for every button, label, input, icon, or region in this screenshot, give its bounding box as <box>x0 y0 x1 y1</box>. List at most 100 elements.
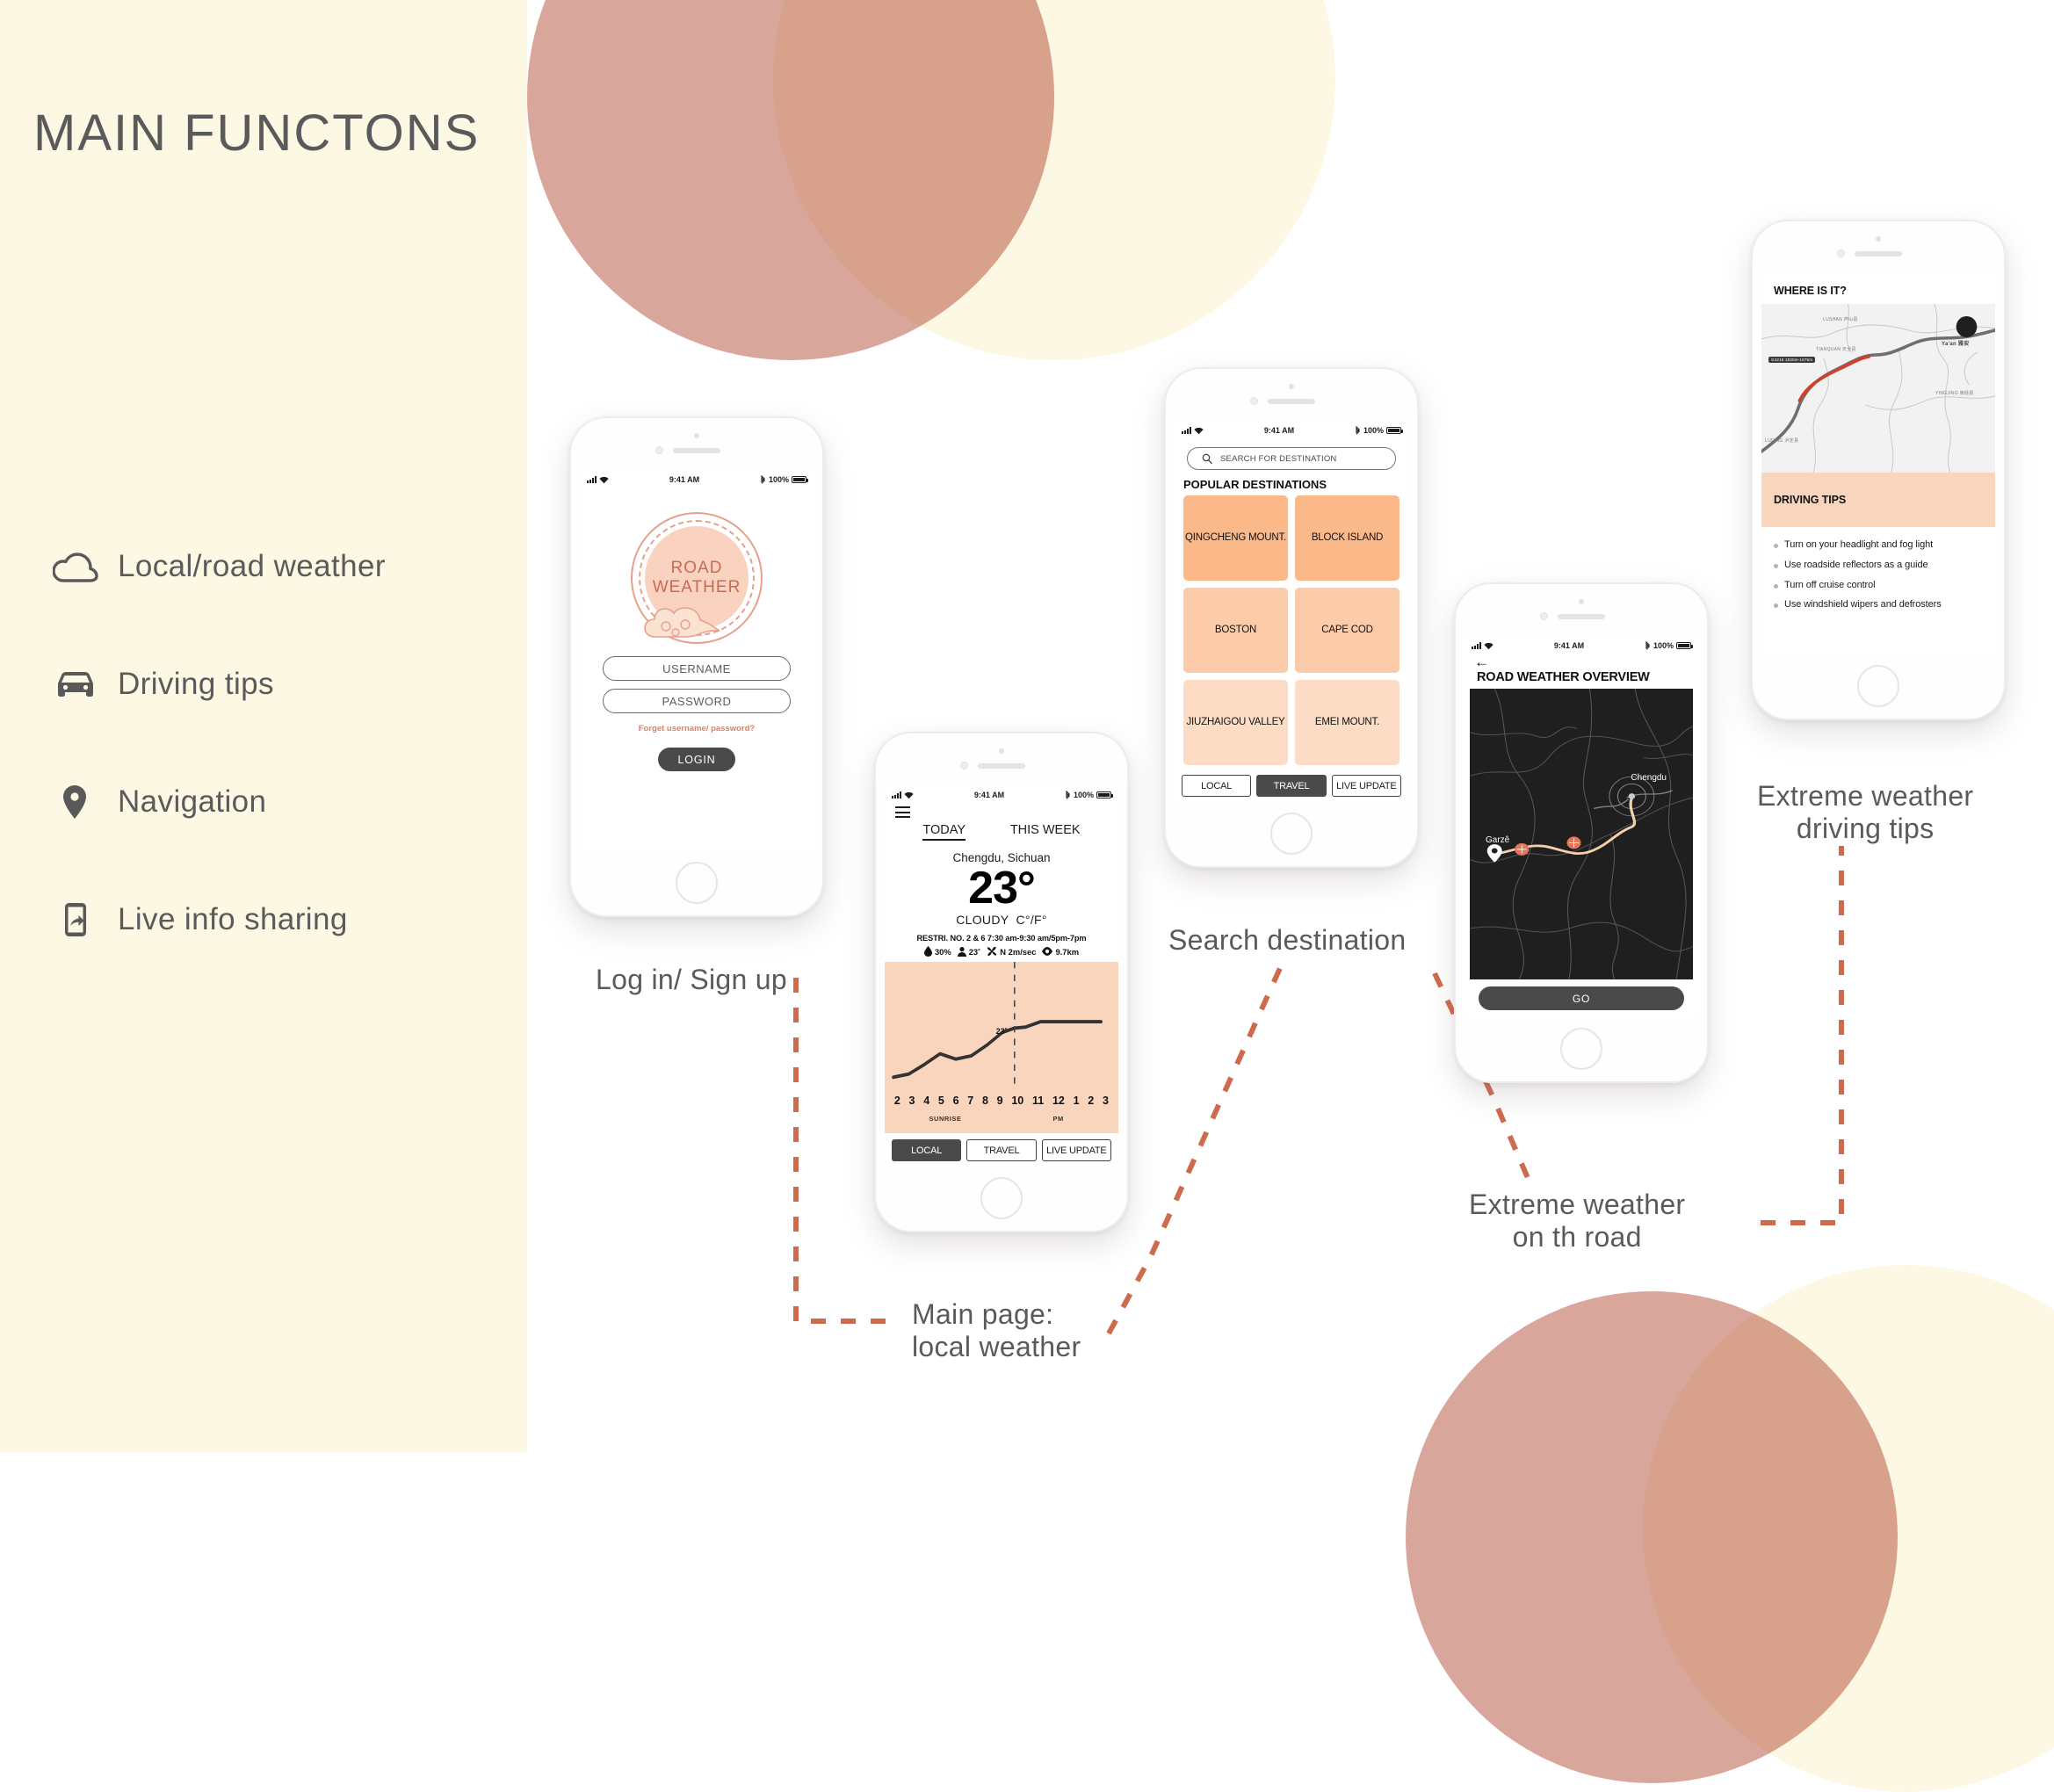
username-input[interactable]: USERNAME <box>603 656 791 681</box>
sidebar-item-local-road-weather[interactable]: Local/road weather <box>53 508 510 625</box>
home-button[interactable] <box>1857 665 1899 707</box>
car-icon <box>53 668 118 700</box>
sidebar-item-live-info-sharing[interactable]: Live info sharing <box>53 861 510 979</box>
password-input[interactable]: PASSWORD <box>603 689 791 713</box>
bluetooth-icon <box>1645 641 1650 650</box>
status-time: 9:41 AM <box>669 475 700 484</box>
sidebar-item-navigation[interactable]: Navigation <box>53 743 510 861</box>
tip-text: Turn off cruise control <box>1784 579 1876 590</box>
battery-percent: 100% <box>768 475 789 484</box>
chart-current-label: 23˚ <box>995 1027 1008 1037</box>
segment-local[interactable]: LOCAL <box>1182 775 1252 797</box>
phone-search-destination: 9:41 AM 100% SEARCH FOR DESTINATION POPU… <box>1164 367 1419 868</box>
camera-dot-icon <box>999 748 1004 754</box>
back-arrow-icon[interactable]: ← <box>1465 652 1698 669</box>
weather-segment-bar: LOCAL TRAVEL LIVE UPDATE <box>885 1133 1118 1167</box>
hourly-temperature-chart: 23˚ 2 3 4 5 6 7 8 9 10 11 12 1 2 3 SUNRISE PM <box>885 962 1118 1133</box>
where-is-it-title: WHERE IS IT? <box>1774 285 1847 297</box>
status-right: 100% <box>760 475 808 484</box>
caption-line-1: Main page: <box>912 1298 1054 1330</box>
metric-visibility: 9.7km <box>1042 947 1079 957</box>
wifi-icon <box>599 476 609 483</box>
segment-live-update[interactable]: LIVE UPDATE <box>1331 775 1401 797</box>
hamburger-menu-icon[interactable] <box>885 801 1118 821</box>
chart-hour-tick: 3 <box>1102 1095 1109 1107</box>
chart-hour-axis: 2 3 4 5 6 7 8 9 10 11 12 1 2 3 <box>885 1095 1118 1107</box>
tip-list-item: Use windshield wipers and defrosters <box>1774 599 1983 611</box>
destination-tile[interactable]: EMEI MOUNT. <box>1295 680 1399 765</box>
destination-tile[interactable]: CAPE COD <box>1295 588 1399 673</box>
username-placeholder: USERNAME <box>662 661 731 676</box>
phone-frame: 9:41 AM 100% ROAD WEATHER USERNAME PASSW… <box>569 416 824 917</box>
map-place-label: TIANQUAN 天全县 <box>1816 347 1856 352</box>
home-button[interactable] <box>1560 1028 1602 1070</box>
share-phone-icon <box>53 901 118 938</box>
unit-toggle[interactable]: C°/F° <box>1016 913 1047 927</box>
map-screen: 9:41 AM 100% ← ROAD WEATHER OVERVIEW Che… <box>1465 637 1698 1018</box>
status-time: 9:41 AM <box>973 791 1005 799</box>
destination-tile[interactable]: BOSTON <box>1183 588 1288 673</box>
app-logo: ROAD WEATHER <box>631 512 763 644</box>
battery-icon <box>792 476 808 483</box>
battery-percent: 100% <box>1073 791 1094 799</box>
destination-tile[interactable]: BLOCK ISLAND <box>1295 495 1399 581</box>
eye-icon <box>1042 947 1053 957</box>
bluetooth-icon <box>761 475 765 484</box>
sidebar-item-driving-tips[interactable]: Driving tips <box>53 625 510 743</box>
password-placeholder: PASSWORD <box>662 694 732 708</box>
home-button[interactable] <box>980 1177 1023 1219</box>
destination-tile[interactable]: QINGCHENG MOUNT. <box>1183 495 1288 581</box>
chart-hour-tick: 5 <box>937 1095 944 1107</box>
tab-today[interactable]: TODAY <box>922 823 966 841</box>
chart-hour-tick: 2 <box>1088 1095 1095 1107</box>
sidebar-item-label: Live info sharing <box>118 902 348 936</box>
battery-percent: 100% <box>1653 641 1674 650</box>
segment-live-update[interactable]: LIVE UPDATE <box>1041 1139 1111 1161</box>
segment-travel[interactable]: TRAVEL <box>1256 775 1327 797</box>
map-canvas[interactable]: Chengdu Garzê <box>1470 689 1693 979</box>
camera-dot-icon <box>1579 599 1584 604</box>
bullet-icon <box>1774 583 1778 589</box>
sidebar-item-label: Navigation <box>118 784 267 819</box>
cloud-icon <box>53 551 118 582</box>
status-bar: 9:41 AM 100% <box>885 786 1118 801</box>
status-right: 100% <box>1645 641 1693 650</box>
condition-label: CLOUDY <box>956 913 1009 928</box>
destination-tile[interactable]: JIUZHAIGOU VALLEY <box>1183 680 1288 765</box>
go-button[interactable]: GO <box>1479 986 1684 1010</box>
earpiece-icon <box>673 448 720 453</box>
droplet-icon <box>923 946 932 957</box>
caption-main-page: Main page: local weather <box>912 1298 1081 1364</box>
chart-hour-tick: 4 <box>923 1095 930 1107</box>
temperature-value: 23° <box>968 862 1036 914</box>
status-bar: 9:41 AM 100% <box>580 471 814 486</box>
phone-frame: 9:41 AM 100% TODAY THIS WEEK Chengdu, Si… <box>874 732 1129 1232</box>
chart-hour-tick: 3 <box>908 1095 915 1107</box>
bluetooth-icon <box>1356 426 1360 435</box>
caption-line-1: Extreme weather <box>1757 780 1974 812</box>
login-button[interactable]: LOGIN <box>658 748 735 771</box>
chart-hour-tick: 7 <box>967 1095 974 1107</box>
earpiece-icon <box>978 763 1025 769</box>
signal-icon <box>587 476 597 483</box>
search-input[interactable]: SEARCH FOR DESTINATION <box>1187 447 1396 470</box>
map-origin-pin <box>1486 844 1502 863</box>
forgot-credentials-link[interactable]: Forget username/ password? <box>580 724 814 733</box>
segment-local[interactable]: LOCAL <box>892 1139 962 1161</box>
home-button[interactable] <box>1270 813 1313 855</box>
map-svg <box>1470 689 1693 979</box>
map-place-label: LUDING 泸定县 <box>1765 438 1799 444</box>
map-roads <box>1470 689 1693 979</box>
logo-text: ROAD WEATHER <box>631 512 763 644</box>
status-right: 100% <box>1355 426 1403 435</box>
caption-line-2: on th road <box>1512 1221 1642 1254</box>
home-button[interactable] <box>676 862 718 904</box>
search-icon <box>1202 453 1212 464</box>
tips-map[interactable]: G4218 1825m-1875m LUSHAN 芦山县 TIANQUAN 天全… <box>1761 304 1995 473</box>
axis-label-sunrise: SUNRISE <box>929 1115 962 1123</box>
wifi-icon <box>1484 642 1493 649</box>
phone-main-weather: 9:41 AM 100% TODAY THIS WEEK Chengdu, Si… <box>874 732 1129 1232</box>
segment-travel[interactable]: TRAVEL <box>966 1139 1037 1161</box>
tab-this-week[interactable]: THIS WEEK <box>1010 823 1081 841</box>
signal-icon <box>1182 427 1191 434</box>
